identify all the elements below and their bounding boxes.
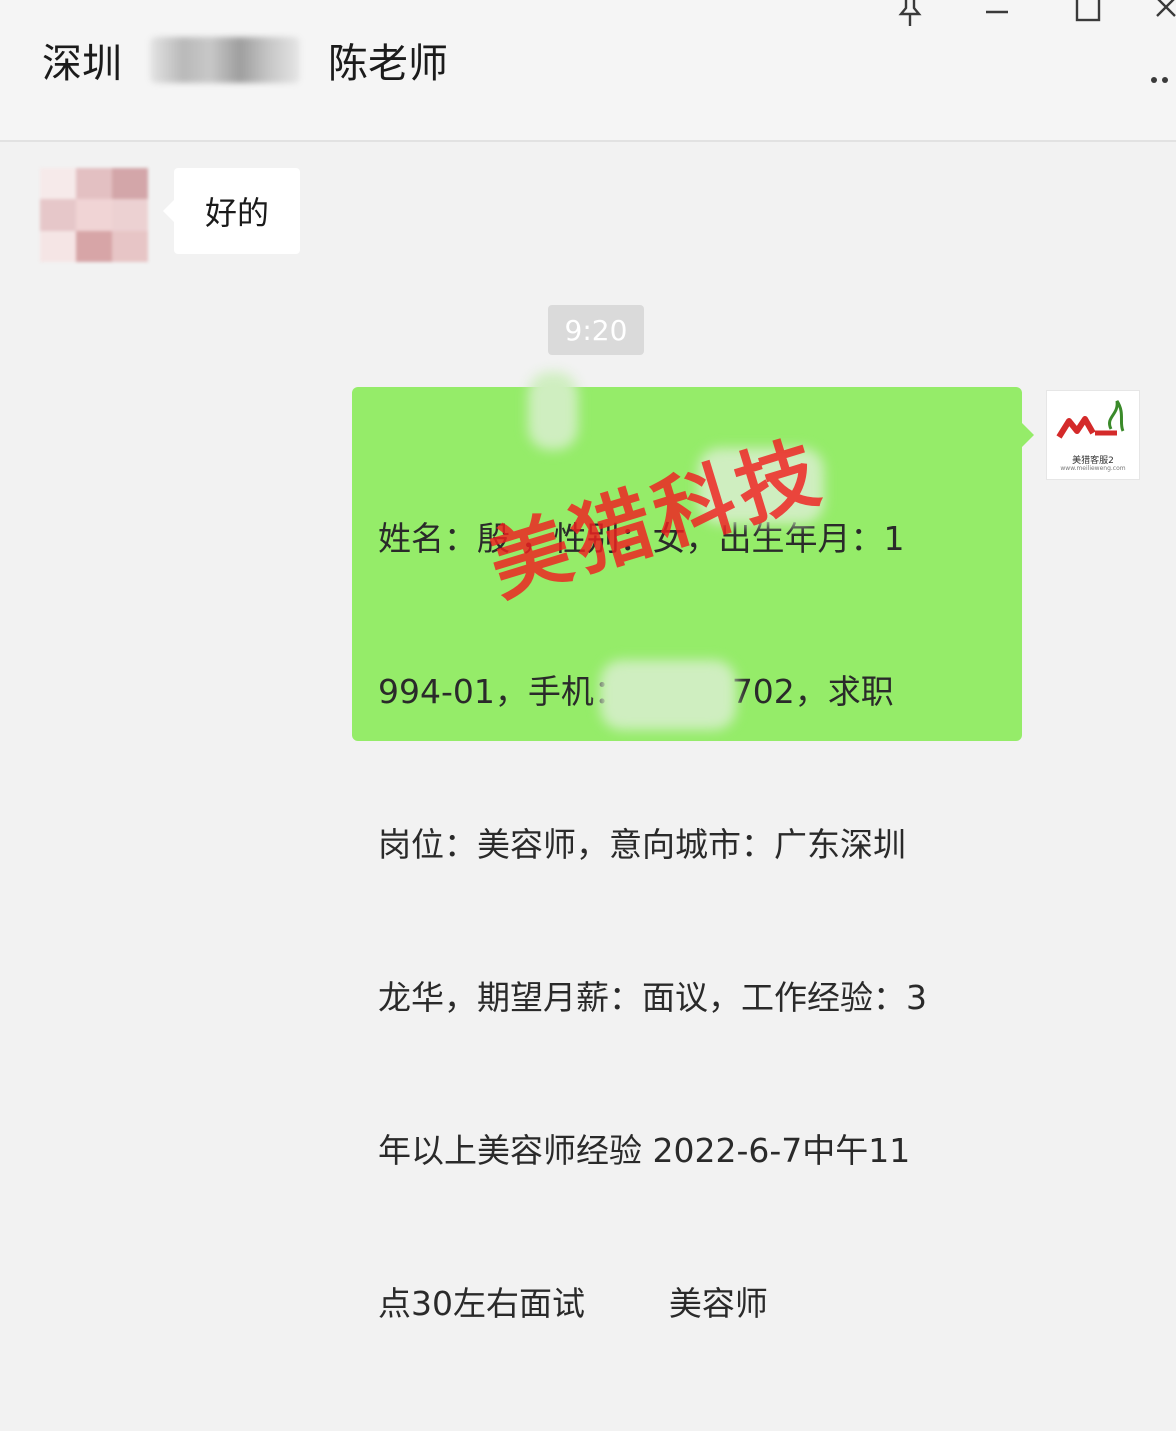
message-line: 年以上美容师经验 2022-6-7中午11 [378, 1131, 911, 1170]
redacted-name-blur [528, 372, 578, 450]
title-city: 深圳 [42, 41, 122, 87]
contact-avatar[interactable] [40, 168, 148, 262]
incoming-message-text: 好的 [204, 194, 269, 232]
message-line: 龙华，期望月薪：面议，工作经验：3 [378, 978, 927, 1017]
chat-header: 深圳 陈老师 [0, 0, 1176, 142]
minimize-icon[interactable] [982, 0, 1012, 26]
outgoing-message-text: 姓名：殷 ，性别：女，出生年月：1 994-01，手机：15 702，求职 岗位… [378, 411, 1002, 1431]
close-icon[interactable] [1155, 0, 1176, 28]
maximize-icon[interactable] [1073, 0, 1103, 30]
pin-icon[interactable] [895, 0, 925, 34]
title-contact-name: 陈老师 [328, 41, 448, 87]
redacted-name [150, 37, 300, 83]
incoming-message-bubble[interactable]: 好的 [163, 168, 300, 254]
more-icon[interactable] [1150, 56, 1176, 92]
logo-subtext: www.meilieweng.com [1060, 465, 1126, 472]
message-line: 点30左右面试 美容师 [378, 1284, 768, 1323]
message-timestamp: 9:20 [548, 305, 644, 355]
user-avatar[interactable]: 美猎客服2 www.meilieweng.com [1046, 390, 1140, 480]
chat-title: 深圳 陈老师 [42, 30, 448, 90]
message-line: 岗位：美容师，意向城市：广东深圳 [378, 825, 906, 864]
redacted-company-blur [600, 660, 736, 730]
brand-logo-icon [1056, 400, 1125, 439]
